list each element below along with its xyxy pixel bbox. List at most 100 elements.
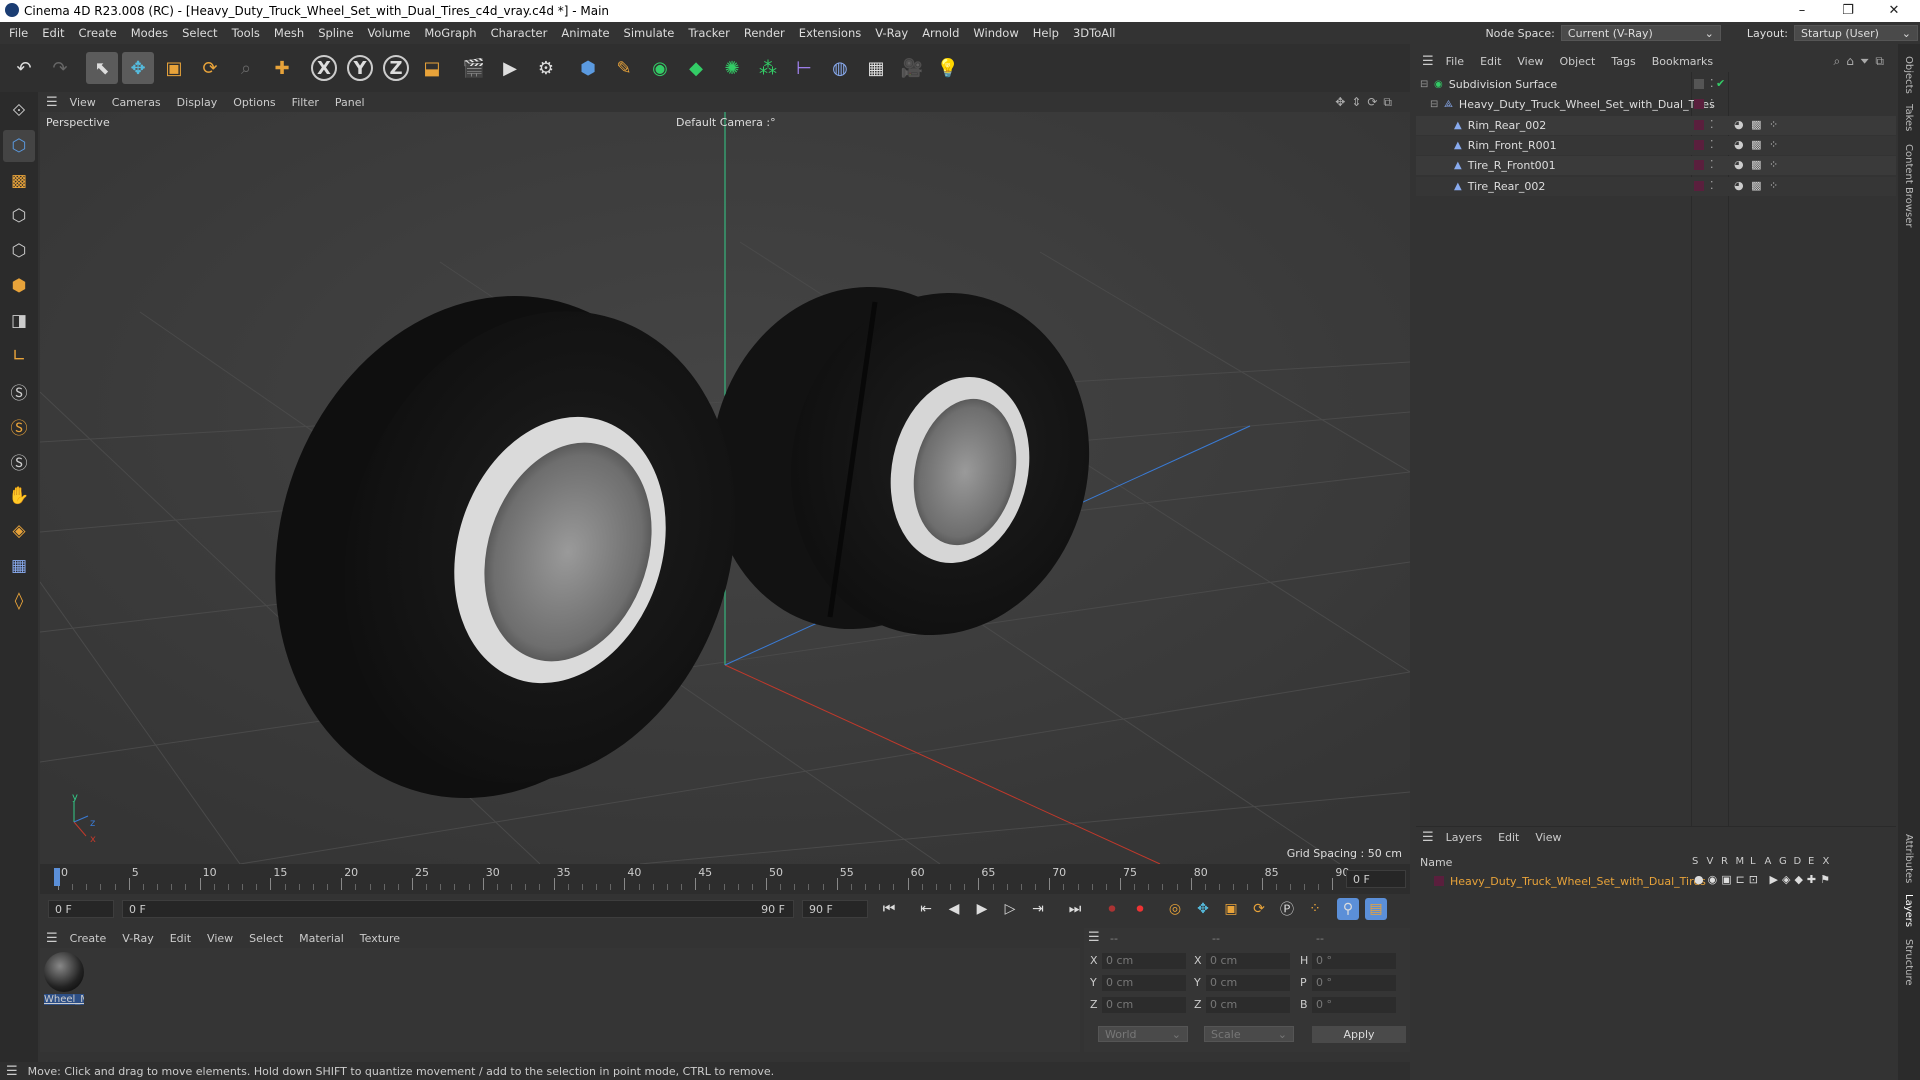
- apply-button[interactable]: Apply: [1312, 1026, 1406, 1043]
- layer-row[interactable]: Heavy_Duty_Truck_Wheel_Set_with_Dual_Tir…: [1416, 872, 1896, 890]
- menu-mesh[interactable]: Mesh: [267, 26, 311, 40]
- material-menu-select[interactable]: Select: [241, 932, 291, 945]
- scale-icon[interactable]: ▣: [158, 52, 190, 84]
- hamburger-icon[interactable]: ☰: [46, 931, 58, 946]
- material-menu-view[interactable]: View: [199, 932, 241, 945]
- select-icon[interactable]: ⬉: [86, 52, 118, 84]
- hamburger-icon[interactable]: ☰: [1422, 830, 1434, 845]
- camera-icon[interactable]: 🎥: [896, 52, 928, 84]
- menu-spline[interactable]: Spline: [311, 26, 360, 40]
- layout-dropdown[interactable]: Startup (User) ⌄: [1794, 25, 1918, 41]
- viewport-nav-icons[interactable]: ✥⇕⟳⧉: [1335, 95, 1398, 110]
- tab-attributes[interactable]: Attributes: [1903, 834, 1914, 883]
- key-position-icon[interactable]: ✥: [1192, 898, 1214, 920]
- menu-render[interactable]: Render: [737, 26, 792, 40]
- polygons-mode-icon[interactable]: ⬢: [3, 270, 35, 302]
- object-search-icons[interactable]: ⌕⌂⏷⧉: [1833, 54, 1890, 69]
- tab-content-browser[interactable]: Content Browser: [1903, 144, 1914, 227]
- menu-tracker[interactable]: Tracker: [681, 26, 737, 40]
- maximize-button[interactable]: ❐: [1826, 0, 1870, 22]
- object-row[interactable]: ▲ Tire_Rear_002 ⁚ ◕ ▩ ⁘: [1416, 176, 1896, 196]
- menu-v-ray[interactable]: V-Ray: [868, 26, 915, 40]
- object-layer-swatch[interactable]: [1694, 180, 1704, 191]
- hamburger-icon[interactable]: ☰: [1422, 54, 1434, 69]
- material-item[interactable]: Wheel_M: [44, 952, 84, 1008]
- tab-objects[interactable]: Objects: [1903, 56, 1914, 94]
- recent-icon[interactable]: ⌕: [230, 52, 262, 84]
- tab-layers[interactable]: Layers: [1903, 894, 1914, 927]
- hamburger-icon[interactable]: ☰: [46, 95, 58, 110]
- material-menu-v-ray[interactable]: V-Ray: [114, 932, 162, 945]
- material-menu-edit[interactable]: Edit: [162, 932, 199, 945]
- subdivide-icon[interactable]: ◉: [644, 52, 676, 84]
- menu-animate[interactable]: Animate: [554, 26, 616, 40]
- material-tag-icons[interactable]: ◕ ▩ ⁘: [1734, 158, 1780, 171]
- menu-select[interactable]: Select: [175, 26, 224, 40]
- object-layer-swatch[interactable]: [1694, 119, 1704, 130]
- menu-extensions[interactable]: Extensions: [792, 26, 868, 40]
- object-row[interactable]: ▲ Tire_R_Front001 ⁚ ◕ ▩ ⁘: [1416, 156, 1896, 176]
- visibility-dots-icon[interactable]: ⁚: [1710, 118, 1714, 131]
- layer-col-s[interactable]: S: [1692, 856, 1707, 867]
- coord-field-b[interactable]: 0 °: [1312, 997, 1396, 1013]
- x-axis-icon[interactable]: X: [311, 55, 337, 81]
- object-layer-swatch[interactable]: [1694, 160, 1704, 171]
- object-menu-file[interactable]: File: [1438, 55, 1472, 68]
- timeline-ruler[interactable]: 0 5 10 15 20 25 30 35 40 45 50 55 60 65 70 75 80 85 90 0 F: [40, 864, 1410, 894]
- snap-settings-icon[interactable]: Ⓢ: [3, 410, 35, 442]
- layer-menu-view[interactable]: View: [1527, 831, 1569, 844]
- cube-icon[interactable]: ⬢: [572, 52, 604, 84]
- menu-mograph[interactable]: MoGraph: [417, 26, 483, 40]
- object-row[interactable]: ⊟ ◉ Subdivision Surface ⁚ ✔: [1416, 75, 1896, 94]
- close-button[interactable]: ✕: [1872, 0, 1916, 22]
- autokey-icon[interactable]: ⏺: [1129, 898, 1151, 920]
- minimize-button[interactable]: –: [1780, 0, 1824, 22]
- object-layer-swatch[interactable]: [1694, 139, 1704, 150]
- layer-col-d[interactable]: D: [1794, 856, 1809, 867]
- redo-icon[interactable]: ↷: [44, 52, 76, 84]
- deformer-icon[interactable]: ⊢: [788, 52, 820, 84]
- motion-record-icon[interactable]: ⚲: [1337, 898, 1359, 920]
- current-frame-field[interactable]: 0 F: [1346, 870, 1406, 888]
- make-editable-icon[interactable]: ⟐: [3, 95, 35, 127]
- object-mode-icon[interactable]: ◨: [3, 305, 35, 337]
- hamburger-icon[interactable]: ☰: [6, 1064, 18, 1079]
- material-tag-icons[interactable]: ◕ ▩ ⁘: [1734, 179, 1780, 192]
- coord-mode-dropdown[interactable]: Scale ⌄: [1204, 1026, 1294, 1042]
- layer-col-v[interactable]: V: [1707, 856, 1722, 867]
- viewport-menu-filter[interactable]: Filter: [284, 96, 327, 109]
- lock-workplane-icon[interactable]: ◊: [3, 585, 35, 617]
- visibility-dots-icon[interactable]: ⁚: [1710, 158, 1714, 171]
- render-region-icon[interactable]: 🎬: [458, 52, 490, 84]
- keyframe-selection-icon[interactable]: ◎: [1164, 898, 1186, 920]
- next-key-icon[interactable]: ⇥: [1027, 898, 1049, 920]
- play-icon[interactable]: ▶: [971, 898, 993, 920]
- coord-space-dropdown[interactable]: World ⌄: [1098, 1026, 1188, 1042]
- object-menu-view[interactable]: View: [1509, 55, 1551, 68]
- layer-menu-edit[interactable]: Edit: [1490, 831, 1527, 844]
- extrude-icon[interactable]: ◆: [680, 52, 712, 84]
- viewport-menu-panel[interactable]: Panel: [327, 96, 373, 109]
- coord-field-z[interactable]: 0 cm: [1206, 997, 1290, 1013]
- material-menu-texture[interactable]: Texture: [352, 932, 408, 945]
- layer-col-e[interactable]: E: [1808, 856, 1823, 867]
- tab-structure[interactable]: Structure: [1903, 939, 1914, 986]
- texture-mode-icon[interactable]: ▩: [3, 165, 35, 197]
- visibility-dots-icon[interactable]: ⁚: [1710, 179, 1714, 192]
- menu-file[interactable]: File: [2, 26, 35, 40]
- coord-field-p[interactable]: 0 °: [1312, 975, 1396, 991]
- key-rotation-icon[interactable]: ⟳: [1248, 898, 1270, 920]
- object-row[interactable]: ▲ Rim_Front_R001 ⁚ ◕ ▩ ⁘: [1416, 135, 1896, 155]
- model-mode-icon[interactable]: ⬡: [3, 130, 35, 162]
- coord-system-icon[interactable]: ⬓: [416, 52, 448, 84]
- edges-mode-icon[interactable]: ⬡: [3, 235, 35, 267]
- menu-character[interactable]: Character: [484, 26, 555, 40]
- rotate-icon[interactable]: ⟳: [194, 52, 226, 84]
- coord-field-y[interactable]: 0 cm: [1206, 975, 1290, 991]
- menu-volume[interactable]: Volume: [361, 26, 418, 40]
- magnet-icon[interactable]: ✋: [3, 480, 35, 512]
- object-menu-bookmarks[interactable]: Bookmarks: [1644, 55, 1721, 68]
- object-row[interactable]: ⊟ ⟁ Heavy_Duty_Truck_Wheel_Set_with_Dual_T…: [1416, 95, 1896, 114]
- tab-takes[interactable]: Takes: [1903, 104, 1914, 131]
- menu-simulate[interactable]: Simulate: [617, 26, 682, 40]
